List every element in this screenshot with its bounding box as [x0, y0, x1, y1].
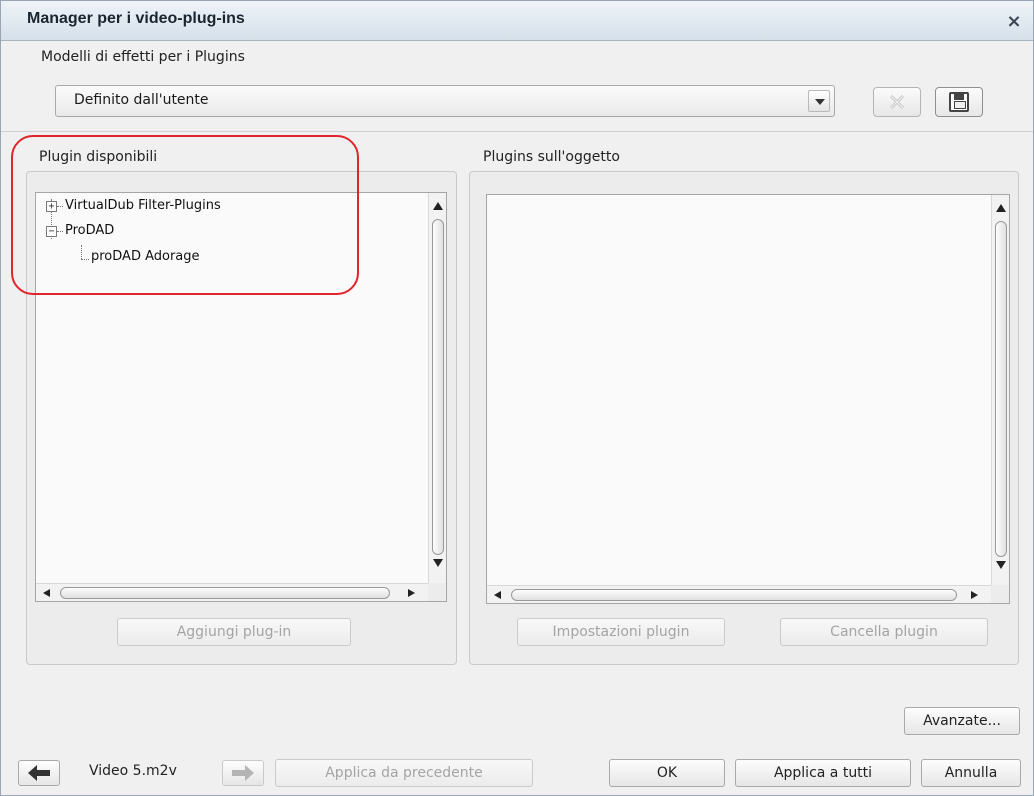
- section-divider: [1, 131, 1033, 132]
- plugin-manager-dialog: Manager per i video-plug-ins × Modelli d…: [0, 0, 1034, 796]
- ok-button[interactable]: OK: [609, 759, 725, 787]
- tree-collapse-icon[interactable]: −: [46, 226, 57, 237]
- scrollbar-corner: [991, 585, 1009, 603]
- window-title: Manager per i video-plug-ins: [27, 10, 245, 27]
- available-plugins-tree[interactable]: + VirtualDub Filter-Plugins − ProDAD pro…: [35, 192, 447, 602]
- advanced-button[interactable]: Avanzate...: [904, 707, 1020, 735]
- close-icon[interactable]: ×: [1003, 11, 1025, 33]
- delete-preset-icon: [889, 94, 905, 110]
- plugin-settings-button[interactable]: Impostazioni plugin: [517, 618, 725, 646]
- scrollbar-thumb[interactable]: [432, 219, 444, 555]
- title-bar: Manager per i video-plug-ins ×: [1, 1, 1033, 41]
- preset-selected-value: Definito dall'utente: [74, 92, 209, 108]
- tree-expand-icon[interactable]: +: [46, 201, 57, 212]
- vertical-scrollbar[interactable]: [991, 195, 1009, 585]
- tree-connector: [81, 259, 89, 260]
- tree-item-prodad[interactable]: ProDAD: [65, 223, 114, 238]
- presets-label: Modelli di effetti per i Plugins: [41, 49, 245, 65]
- scroll-up-icon[interactable]: [996, 204, 1006, 212]
- scrollbar-corner: [428, 583, 446, 601]
- vertical-scrollbar[interactable]: [428, 193, 446, 583]
- tree-connector: [81, 245, 82, 259]
- scroll-left-icon[interactable]: [494, 591, 501, 599]
- preset-dropdown[interactable]: Definito dall'utente: [55, 85, 835, 117]
- arrow-left-icon: [28, 765, 50, 781]
- save-preset-button[interactable]: [935, 87, 983, 117]
- object-plugins-label: Plugins sull'oggetto: [483, 149, 620, 165]
- delete-plugin-button[interactable]: Cancella plugin: [780, 618, 988, 646]
- scroll-right-icon[interactable]: [971, 591, 978, 599]
- tree-item-virtualdub[interactable]: VirtualDub Filter-Plugins: [65, 198, 221, 213]
- available-plugins-group: + VirtualDub Filter-Plugins − ProDAD pro…: [26, 171, 457, 665]
- tree-connector: [57, 231, 63, 232]
- current-file-name: Video 5.m2v: [89, 763, 177, 779]
- scrollbar-thumb[interactable]: [995, 221, 1007, 557]
- add-plugin-button[interactable]: Aggiungi plug-in: [117, 618, 351, 646]
- delete-preset-button[interactable]: [873, 87, 921, 117]
- arrow-right-icon: [232, 765, 254, 781]
- object-plugins-list[interactable]: [486, 194, 1010, 604]
- tree-item-prodad-adorage[interactable]: proDAD Adorage: [91, 249, 200, 264]
- scrollbar-thumb[interactable]: [511, 589, 957, 601]
- previous-file-button[interactable]: [18, 760, 60, 786]
- horizontal-scrollbar[interactable]: [487, 585, 991, 603]
- scroll-right-icon[interactable]: [408, 589, 415, 597]
- save-floppy-icon: [949, 92, 969, 112]
- scroll-down-icon[interactable]: [433, 559, 443, 567]
- apply-all-button[interactable]: Applica a tutti: [735, 759, 911, 787]
- object-plugins-group: Impostazioni plugin Cancella plugin: [469, 171, 1019, 665]
- next-file-button[interactable]: [222, 760, 264, 786]
- scroll-down-icon[interactable]: [996, 561, 1006, 569]
- available-plugins-label: Plugin disponibili: [39, 149, 158, 165]
- scroll-up-icon[interactable]: [433, 202, 443, 210]
- chevron-down-icon[interactable]: [808, 90, 830, 112]
- cancel-button[interactable]: Annulla: [921, 759, 1021, 787]
- apply-from-previous-button[interactable]: Applica da precedente: [275, 759, 533, 787]
- horizontal-scrollbar[interactable]: [36, 583, 428, 601]
- scroll-left-icon[interactable]: [43, 589, 50, 597]
- tree-connector: [57, 206, 63, 207]
- scrollbar-thumb[interactable]: [60, 587, 390, 599]
